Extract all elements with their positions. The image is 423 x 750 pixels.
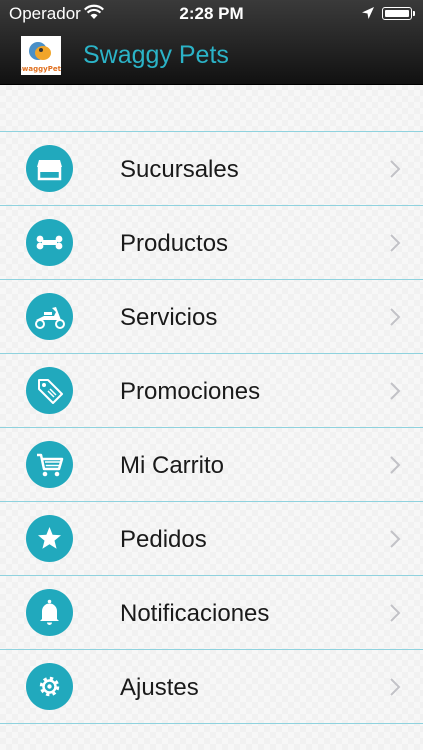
chevron-right-icon — [390, 234, 401, 252]
gear-icon — [26, 663, 73, 710]
chevron-right-icon — [390, 678, 401, 696]
chevron-right-icon — [390, 604, 401, 622]
logo-text: SwaggyPets — [21, 65, 61, 73]
price-tag-icon — [26, 367, 73, 414]
shopping-cart-icon — [26, 441, 73, 488]
menu-item-servicios[interactable]: Servicios — [0, 279, 423, 353]
menu-item-label: Notificaciones — [120, 600, 270, 627]
chevron-right-icon — [390, 456, 401, 474]
top-bar: Operador 2:28 PM SwaggyPets Swaggy Pets — [0, 0, 423, 85]
clock: 2:28 PM — [179, 4, 244, 23]
status-bar: Operador 2:28 PM — [0, 0, 423, 28]
bone-icon — [26, 219, 73, 266]
menu-item-promociones[interactable]: Promociones — [0, 353, 423, 427]
menu-item-label: Mi Carrito — [120, 452, 225, 479]
chevron-right-icon — [390, 160, 401, 178]
battery-icon — [382, 7, 415, 20]
menu-item-productos[interactable]: Productos — [0, 205, 423, 279]
location-arrow-icon — [362, 7, 374, 19]
menu-item-label: Pedidos — [120, 526, 207, 553]
menu-item-notificaciones[interactable]: Notificaciones — [0, 575, 423, 649]
menu-item-label: Ajustes — [120, 674, 199, 701]
menu-item-mi-carrito[interactable]: Mi Carrito — [0, 427, 423, 501]
store-icon — [26, 145, 73, 192]
menu-item-label: Productos — [120, 230, 229, 257]
page-title: Swaggy Pets — [83, 41, 229, 69]
menu-item-label: Sucursales — [120, 156, 239, 183]
swaggy-pets-logo: SwaggyPets — [21, 36, 61, 75]
chevron-right-icon — [390, 382, 401, 400]
bell-icon — [26, 589, 73, 636]
menu-item-ajustes[interactable]: Ajustes — [0, 649, 423, 724]
menu-item-pedidos[interactable]: Pedidos — [0, 501, 423, 575]
main-menu: Sucursales Productos Servicios Promocion… — [0, 131, 423, 724]
scooter-icon — [26, 293, 73, 340]
chevron-right-icon — [390, 308, 401, 326]
menu-item-label: Servicios — [120, 304, 218, 331]
app-logo[interactable]: SwaggyPets — [21, 36, 61, 75]
chevron-right-icon — [390, 530, 401, 548]
menu-item-sucursales[interactable]: Sucursales — [0, 131, 423, 205]
menu-item-label: Promociones — [120, 378, 261, 405]
star-icon — [26, 515, 73, 562]
